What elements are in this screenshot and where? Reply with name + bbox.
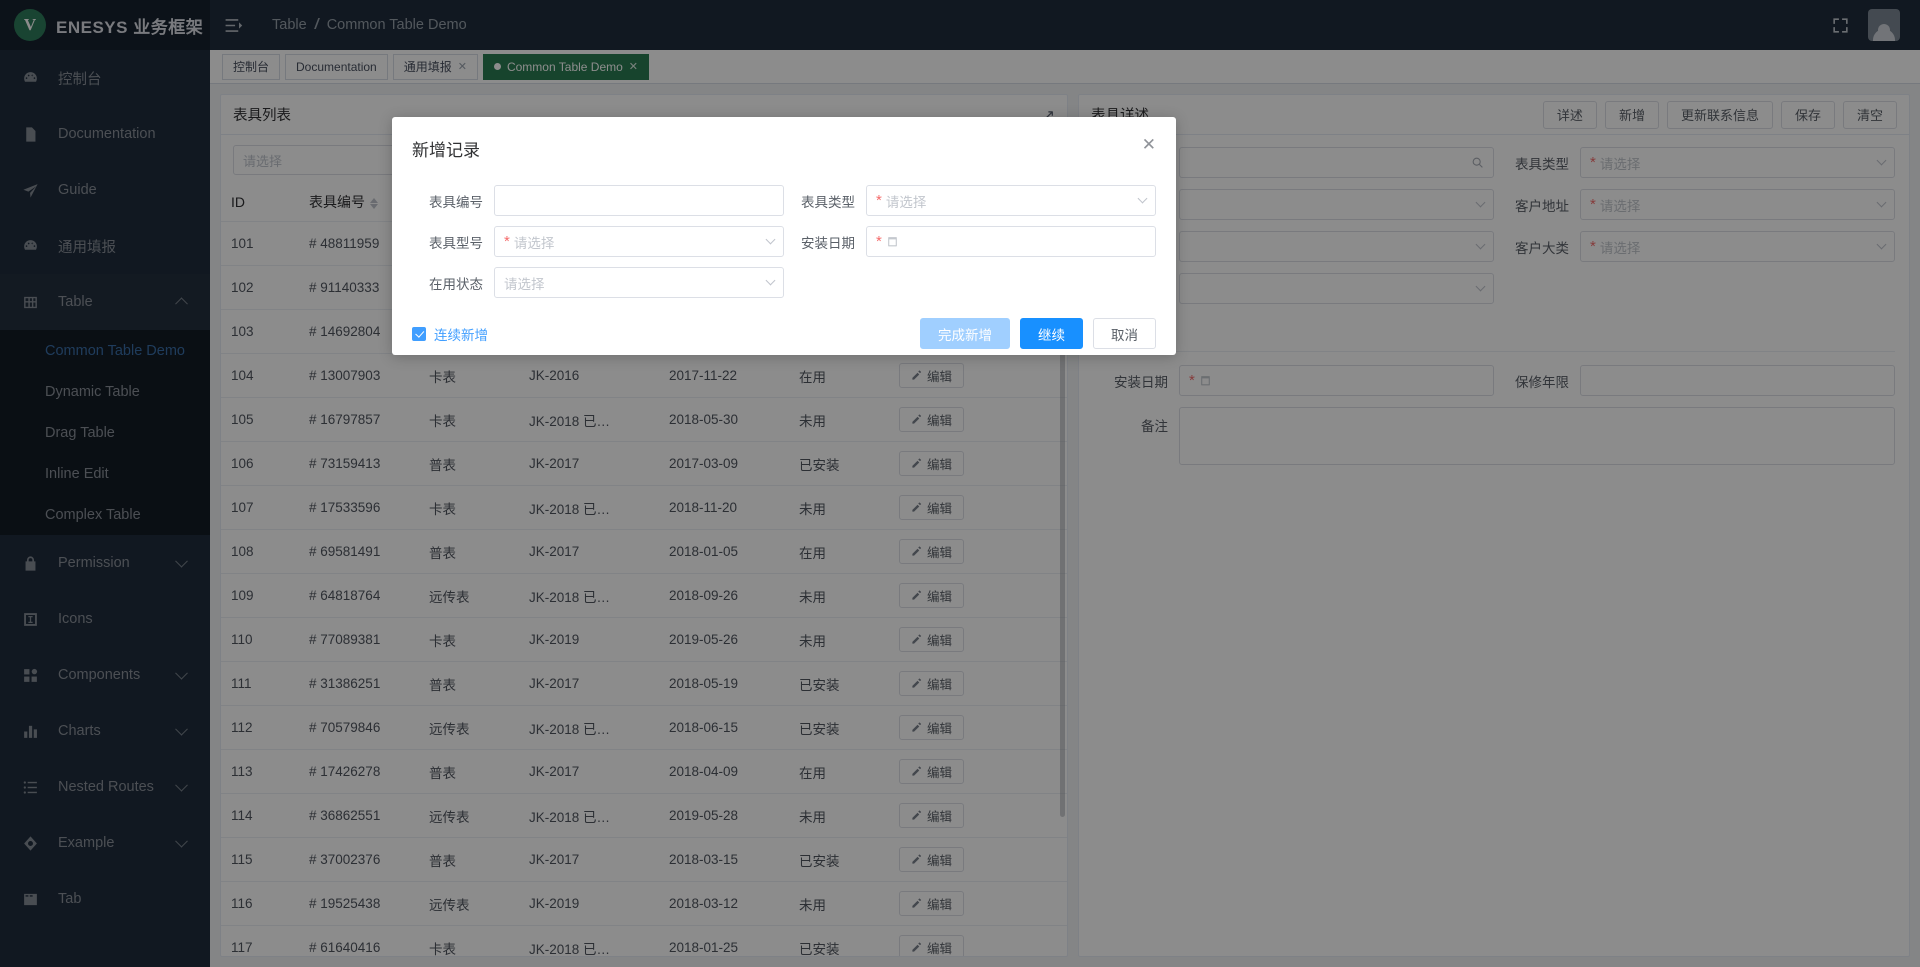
close-icon[interactable]: ✕ (1142, 136, 1156, 153)
dialog-footer: 连续新增 完成新增 继续 取消 (392, 308, 1176, 349)
add-record-dialog: 新增记录 ✕ 表具编号 表具类型 * 请选择 表具型号 * 请选择 安装日期 *… (392, 117, 1176, 355)
continuous-add-checkbox[interactable]: 连续新增 (412, 324, 488, 344)
dialog-buttons: 完成新增 继续 取消 (920, 318, 1156, 349)
dialog-cell-spacer (784, 267, 1156, 298)
dialog-button-2[interactable]: 取消 (1093, 318, 1156, 349)
dialog-label-meter-type: 表具类型 (801, 194, 855, 210)
dialog-value-status: 请选择 (504, 276, 545, 292)
dialog-select-status[interactable]: 请选择 (494, 267, 784, 298)
dialog-value-meter-type: 请选择 (885, 194, 927, 210)
dialog-button-0[interactable]: 完成新增 (920, 318, 1010, 349)
dialog-select-meter-model[interactable]: * 请选择 (494, 226, 784, 257)
dialog-label-meter-model: 表具型号 (429, 235, 483, 251)
dialog-button-1[interactable]: 继续 (1020, 318, 1083, 349)
dialog-field-status: 在用状态 请选择 (412, 267, 784, 298)
dialog-label-status: 在用状态 (429, 276, 483, 292)
dialog-row-1: 表具编号 表具类型 * 请选择 (412, 185, 1156, 216)
dialog-body: 表具编号 表具类型 * 请选择 表具型号 * 请选择 安装日期 * 在用状态 请… (392, 161, 1176, 298)
dialog-row-2: 表具型号 * 请选择 安装日期 * (412, 226, 1156, 257)
dialog-field-meter-model: 表具型号 * 请选择 (412, 226, 784, 257)
dialog-label-install-date: 安装日期 (801, 235, 855, 251)
dialog-value-meter-model: 请选择 (513, 235, 555, 251)
dialog-header: 新增记录 ✕ (392, 117, 1176, 161)
dialog-input-meter-code[interactable] (494, 185, 784, 216)
continuous-add-label: 连续新增 (434, 327, 488, 343)
chevron-down-icon (1137, 193, 1148, 204)
required-marker: * (876, 192, 882, 209)
dialog-field-install-date: 安装日期 * (784, 226, 1156, 257)
calendar-icon (886, 235, 899, 248)
dialog-label-meter-code: 表具编号 (429, 194, 483, 210)
required-marker: * (876, 233, 882, 250)
dialog-field-meter-code: 表具编号 (412, 185, 784, 216)
chevron-down-icon (765, 234, 776, 245)
dialog-field-meter-type: 表具类型 * 请选择 (784, 185, 1156, 216)
dialog-input-install-date[interactable]: * (866, 226, 1156, 257)
dialog-select-meter-type[interactable]: * 请选择 (866, 185, 1156, 216)
chevron-down-icon (765, 275, 776, 286)
dialog-title: 新增记录 (412, 141, 480, 160)
dialog-row-3: 在用状态 请选择 (412, 267, 1156, 298)
required-marker: * (504, 233, 510, 250)
checkbox-checked-icon (412, 326, 426, 341)
